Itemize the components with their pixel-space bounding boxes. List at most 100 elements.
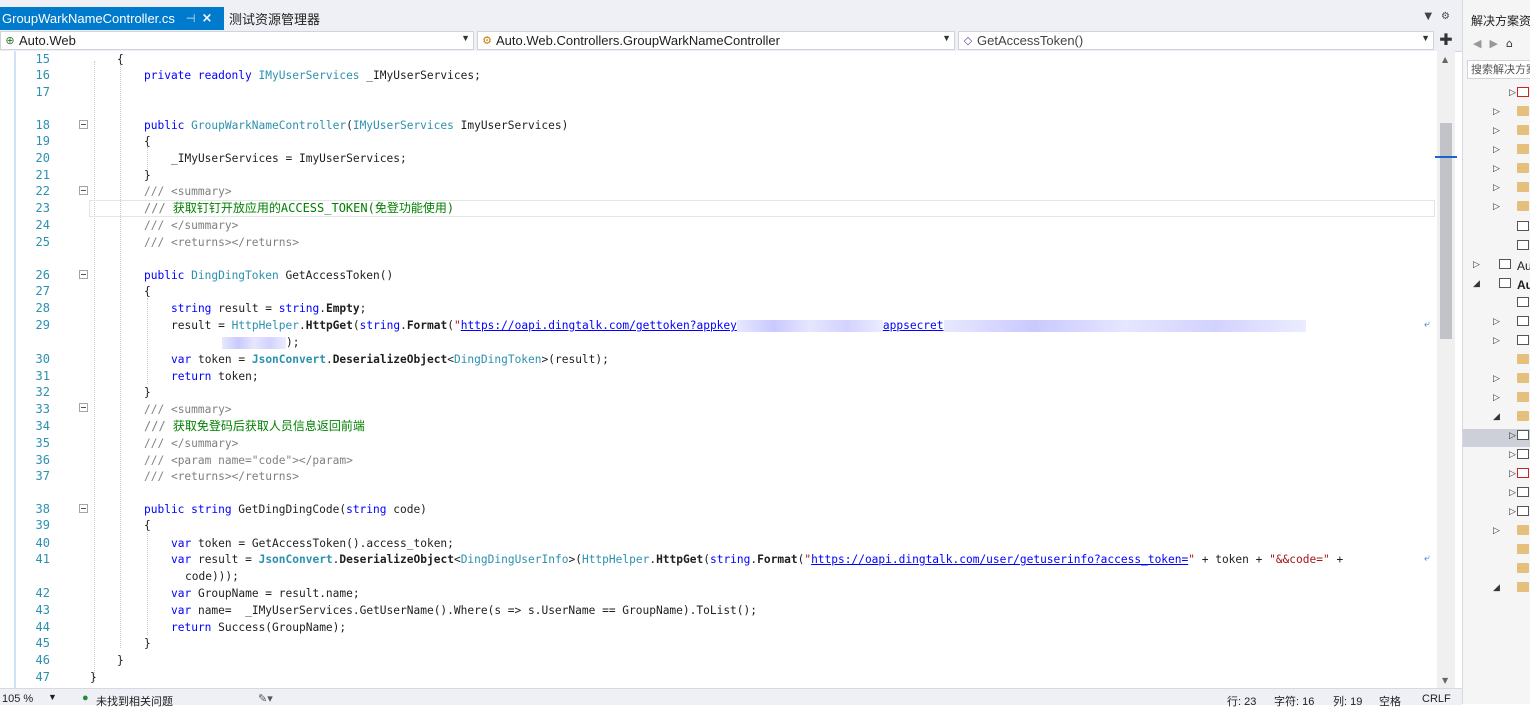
- vertical-scrollbar[interactable]: ▲ ▼: [1435, 51, 1457, 688]
- pin-icon[interactable]: ⊣: [186, 12, 196, 25]
- collapsed-arrow-icon[interactable]: ▷: [1493, 145, 1500, 155]
- solution-tree-item[interactable]: [1463, 562, 1530, 580]
- solution-tree-item[interactable]: ▷: [1463, 391, 1530, 409]
- line-ending[interactable]: CRLF: [1422, 693, 1451, 705]
- solution-tree-item[interactable]: ▷: [1463, 524, 1530, 542]
- line-number: 43: [35, 603, 50, 617]
- expanded-arrow-icon[interactable]: ◢: [1473, 279, 1480, 289]
- line-number: 31: [35, 369, 50, 383]
- solution-tree-item[interactable]: ▷: [1463, 467, 1530, 485]
- expanded-arrow-icon[interactable]: ◢: [1493, 412, 1500, 422]
- member-dropdown[interactable]: ◇ GetAccessToken() ▼: [958, 31, 1434, 50]
- collapsed-arrow-icon[interactable]: ▷: [1493, 164, 1500, 174]
- folder-icon: [1517, 163, 1529, 173]
- collapsed-arrow-icon[interactable]: ▷: [1509, 88, 1516, 98]
- collapsed-arrow-icon[interactable]: ▷: [1509, 450, 1516, 460]
- forward-icon[interactable]: ▶: [1489, 37, 1497, 50]
- indent-guide: [147, 298, 148, 384]
- solution-tree-item[interactable]: ▷: [1463, 486, 1530, 504]
- solution-tree-item[interactable]: [1463, 543, 1530, 561]
- tab-groupwarknamecontroller[interactable]: GroupWarkNameController.cs ⊣ ×: [0, 7, 224, 30]
- type-dropdown[interactable]: ⚙ Auto.Web.Controllers.GroupWarkNameCont…: [477, 31, 955, 50]
- close-icon[interactable]: ×: [202, 11, 213, 26]
- scroll-up-icon[interactable]: ▲: [1442, 55, 1448, 64]
- brush-icon[interactable]: ✎▾: [258, 692, 273, 705]
- solution-tree-item[interactable]: ◢: [1463, 410, 1530, 428]
- collapsed-arrow-icon[interactable]: ▷: [1493, 202, 1500, 212]
- solution-explorer-panel: 解决方案资源管理器 ◀ ▶ ⌂ 搜索解决方案资源管理器 ▷ ▷ ▷ ▷ ▷ ▷ ▷ ▷ Au ◢ A…: [1462, 0, 1530, 704]
- zoom-level[interactable]: 105 %: [2, 693, 33, 705]
- navigation-bar: ⊕ Auto.Web ▼ ⚙ Auto.Web.Controllers.Grou…: [0, 30, 1462, 52]
- code-line-38: public string GetDingDingCode(string cod…: [144, 503, 427, 516]
- project-label: Auto.Web: [19, 33, 76, 48]
- collapsed-arrow-icon[interactable]: ▷: [1509, 469, 1516, 479]
- collapsed-arrow-icon[interactable]: ▷: [1493, 526, 1500, 536]
- expanded-arrow-icon[interactable]: ◢: [1493, 583, 1500, 593]
- collapsed-arrow-icon[interactable]: ▷: [1473, 260, 1480, 270]
- solution-tree-item[interactable]: ▷: [1463, 429, 1530, 447]
- chevron-down-icon: ▼: [942, 33, 951, 43]
- solution-tree-item[interactable]: ▷: [1463, 162, 1530, 180]
- solution-tree-item[interactable]: ▷: [1463, 505, 1530, 523]
- collapse-icon[interactable]: [79, 403, 88, 412]
- folder-icon: [1517, 373, 1529, 383]
- solution-tree-item[interactable]: ◢: [1463, 581, 1530, 599]
- collapsed-arrow-icon[interactable]: ▷: [1493, 107, 1500, 117]
- split-window-icon[interactable]: ✚: [1436, 31, 1456, 50]
- collapsed-arrow-icon[interactable]: ▷: [1493, 317, 1500, 327]
- file-icon: [1499, 259, 1511, 269]
- code-line-20: _IMyUserServices = ImyUserServices;: [171, 152, 407, 165]
- collapsed-arrow-icon[interactable]: ▷: [1493, 126, 1500, 136]
- solution-tree-item[interactable]: ▷: [1463, 181, 1530, 199]
- solution-tree-item[interactable]: [1463, 220, 1530, 238]
- line-number: 35: [35, 436, 50, 450]
- folder-icon: [1517, 563, 1529, 573]
- solution-search-input[interactable]: 搜索解决方案资源管理器: [1467, 60, 1530, 79]
- solution-tree-item[interactable]: ▷: [1463, 372, 1530, 390]
- solution-tree-item[interactable]: ▷: [1463, 200, 1530, 218]
- issues-status[interactable]: 未找到相关问题: [96, 693, 173, 709]
- tab-list-dropdown-icon[interactable]: ▼: [1424, 11, 1432, 22]
- back-icon[interactable]: ◀: [1473, 37, 1481, 50]
- collapsed-arrow-icon[interactable]: ▷: [1493, 393, 1500, 403]
- collapsed-arrow-icon[interactable]: ▷: [1493, 183, 1500, 193]
- solution-tree-item[interactable]: [1463, 353, 1530, 371]
- chevron-down-icon: ▼: [1421, 33, 1430, 43]
- solution-tree-item[interactable]: ◢ Auto.Web: [1463, 277, 1530, 295]
- line-number: 36: [35, 453, 50, 467]
- code-line-39: {: [144, 519, 151, 532]
- gear-icon[interactable]: ⚙: [1441, 11, 1450, 22]
- solution-tree-item[interactable]: ▷: [1463, 448, 1530, 466]
- home-icon[interactable]: ⌂: [1506, 37, 1513, 50]
- solution-tree-item[interactable]: ▷: [1463, 124, 1530, 142]
- collapse-icon[interactable]: [79, 270, 88, 279]
- line-number: 19: [35, 134, 50, 148]
- collapse-icon[interactable]: [79, 186, 88, 195]
- collapsed-arrow-icon[interactable]: ▷: [1493, 336, 1500, 346]
- collapsed-arrow-icon[interactable]: ▷: [1493, 374, 1500, 384]
- file-icon: [1517, 430, 1529, 440]
- solution-tree-item[interactable]: [1463, 296, 1530, 314]
- scroll-down-icon[interactable]: ▼: [1442, 676, 1448, 685]
- solution-tree-item[interactable]: ▷: [1463, 334, 1530, 352]
- web-project-icon: ⊕: [5, 35, 15, 47]
- solution-item-label: Au: [1517, 259, 1530, 273]
- collapsed-arrow-icon[interactable]: ▷: [1509, 507, 1516, 517]
- folder-icon: [1517, 582, 1529, 592]
- line-number: 33: [35, 402, 50, 416]
- solution-tree-item[interactable]: ▷ Au: [1463, 258, 1530, 276]
- solution-tree-item[interactable]: ▷: [1463, 315, 1530, 333]
- collapse-icon[interactable]: [79, 120, 88, 129]
- solution-tree-item[interactable]: [1463, 239, 1530, 257]
- solution-tree-item[interactable]: ▷: [1463, 86, 1530, 104]
- solution-tree-item[interactable]: ▷: [1463, 105, 1530, 123]
- collapsed-arrow-icon[interactable]: ▷: [1509, 488, 1516, 498]
- zoom-dropdown-icon[interactable]: ▼: [48, 692, 57, 702]
- solution-tree-item[interactable]: ▷: [1463, 143, 1530, 161]
- collapse-icon[interactable]: [79, 504, 88, 513]
- collapsed-arrow-icon[interactable]: ▷: [1509, 431, 1516, 441]
- code-editor[interactable]: 15 16 17 18 19 20 21 22 23 24 25 26 27 28 29 30 31 32 33 34…: [0, 51, 1437, 688]
- code-line-45: }: [144, 637, 151, 650]
- tab-test-explorer[interactable]: 测试资源管理器: [229, 9, 320, 28]
- project-dropdown[interactable]: ⊕ Auto.Web ▼: [0, 31, 474, 50]
